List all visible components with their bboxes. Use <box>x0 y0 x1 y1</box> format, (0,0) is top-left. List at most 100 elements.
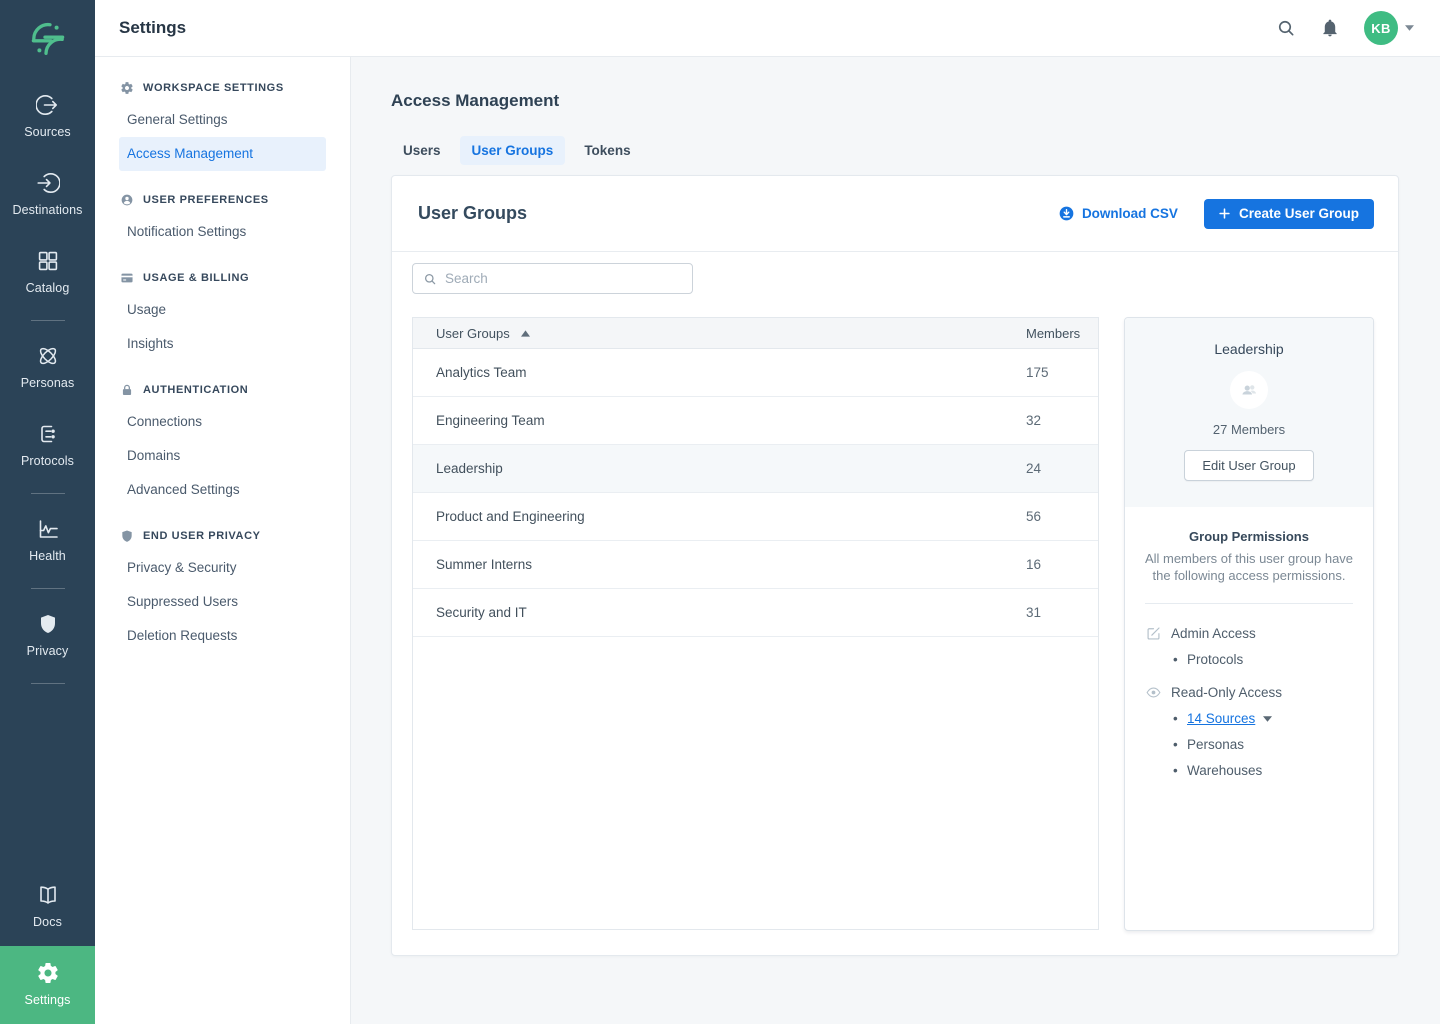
create-user-group-button[interactable]: Create User Group <box>1204 199 1374 229</box>
protocols-icon <box>36 422 60 446</box>
sidebar-item-label: Docs <box>33 915 62 929</box>
edit-user-group-button[interactable]: Edit User Group <box>1184 450 1313 481</box>
nav-item-usage[interactable]: Usage <box>119 293 326 327</box>
nav-section-workspace-settings: WORKSPACE SETTINGS General Settings Acce… <box>95 80 350 171</box>
members-cell: 56 <box>1026 509 1098 524</box>
sidebar-item-destinations[interactable]: Destinations <box>0 156 95 234</box>
group-name: Leadership <box>1141 341 1357 357</box>
nav-item-general-settings[interactable]: General Settings <box>119 103 326 137</box>
nav-section-header: WORKSPACE SETTINGS <box>95 80 350 95</box>
group-permissions: Group Permissions All members of this us… <box>1125 507 1373 930</box>
sidebar-item-settings[interactable]: Settings <box>0 946 95 1024</box>
column-header-members[interactable]: Members <box>1026 326 1098 341</box>
people-icon <box>1239 380 1259 400</box>
segment-logo-icon <box>28 19 68 59</box>
nav-item-notification-settings[interactable]: Notification Settings <box>119 215 326 249</box>
table-row[interactable]: Product and Engineering 56 <box>413 493 1098 541</box>
table-row-selected[interactable]: Leadership 24 <box>413 445 1098 493</box>
nav-item-domains[interactable]: Domains <box>119 439 326 473</box>
permission-item: Personas <box>1187 736 1352 753</box>
sidebar-item-label: Personas <box>21 376 75 390</box>
nav-item-privacy-security[interactable]: Privacy & Security <box>119 551 326 585</box>
sidebar-divider <box>31 493 65 494</box>
chevron-down-icon[interactable] <box>1263 716 1272 722</box>
sidebar-item-label: Health <box>29 549 66 563</box>
nav-item-connections[interactable]: Connections <box>119 405 326 439</box>
download-csv-link[interactable]: Download CSV <box>1059 206 1178 221</box>
column-header-user-groups[interactable]: User Groups <box>413 326 1026 341</box>
tab-users[interactable]: Users <box>391 136 453 165</box>
search-input[interactable] <box>445 271 682 286</box>
sidebar-item-protocols[interactable]: Protocols <box>0 407 95 485</box>
body-row: WORKSPACE SETTINGS General Settings Acce… <box>95 57 1440 1024</box>
card-header: User Groups Download <box>392 176 1398 252</box>
nav-section-title: USER PREFERENCES <box>143 194 269 206</box>
tab-user-groups[interactable]: User Groups <box>460 136 566 165</box>
nav-section-user-preferences: USER PREFERENCES Notification Settings <box>95 192 350 249</box>
user-icon <box>120 193 134 207</box>
app-root: Sources Destinations Catalog <box>0 0 1440 1024</box>
user-menu[interactable]: KB <box>1364 11 1414 45</box>
table-row[interactable]: Security and IT 31 <box>413 589 1098 637</box>
group-avatar <box>1230 371 1268 409</box>
gear-icon <box>120 81 134 95</box>
content-row: User Groups Members Analytics Team <box>412 317 1374 930</box>
admin-access-label: Admin Access <box>1171 626 1256 641</box>
nav-item-advanced-settings[interactable]: Advanced Settings <box>119 473 326 507</box>
nav-section-title: END USER PRIVACY <box>143 530 261 542</box>
sidebar-item-docs[interactable]: Docs <box>0 868 95 946</box>
shield-icon <box>120 529 134 543</box>
table-row[interactable]: Analytics Team 175 <box>413 349 1098 397</box>
search-icon[interactable] <box>1276 18 1296 38</box>
header-title: Settings <box>119 18 186 38</box>
page-title: Access Management <box>391 91 1399 111</box>
nav-item-access-management[interactable]: Access Management <box>119 137 326 171</box>
segment-logo[interactable] <box>0 0 95 78</box>
nav-item-insights[interactable]: Insights <box>119 327 326 361</box>
avatar: KB <box>1364 11 1398 45</box>
nav-section-header: USER PREFERENCES <box>95 192 350 207</box>
health-icon <box>36 517 60 541</box>
user-groups-card: User Groups Download <box>391 175 1399 956</box>
notifications-bell-icon[interactable] <box>1320 18 1340 38</box>
group-name-cell: Product and Engineering <box>413 509 1026 524</box>
catalog-icon <box>36 249 60 273</box>
sidebar-item-label: Protocols <box>21 454 74 468</box>
table-row[interactable]: Engineering Team 32 <box>413 397 1098 445</box>
nav-item-deletion-requests[interactable]: Deletion Requests <box>119 619 326 653</box>
sources-link[interactable]: 14 Sources <box>1187 710 1255 727</box>
permission-item: Protocols <box>1187 651 1352 668</box>
sidebar-item-privacy[interactable]: Privacy <box>0 597 95 675</box>
header-actions: KB <box>1276 11 1414 45</box>
nav-section-header: END USER PRIVACY <box>95 528 350 543</box>
table-header-row: User Groups Members <box>413 318 1098 349</box>
nav-section-header: USAGE & BILLING <box>95 270 350 285</box>
sidebar-item-health[interactable]: Health <box>0 502 95 580</box>
permissions-title: Group Permissions <box>1139 529 1359 544</box>
card-title: User Groups <box>418 203 527 224</box>
docs-icon <box>36 883 60 907</box>
sidebar-divider <box>31 588 65 589</box>
search-icon <box>423 272 437 286</box>
plus-icon <box>1219 208 1230 219</box>
sidebar-divider <box>31 683 65 684</box>
group-summary: Leadership <box>1125 318 1373 507</box>
permission-item-sources: 14 Sources <box>1187 710 1352 727</box>
members-cell: 16 <box>1026 557 1098 572</box>
app-sidebar: Sources Destinations Catalog <box>0 0 95 1024</box>
sidebar-item-catalog[interactable]: Catalog <box>0 234 95 312</box>
admin-access-group: Admin Access Protocols <box>1139 626 1359 668</box>
card-body: User Groups Members Analytics Team <box>392 252 1398 955</box>
members-cell: 31 <box>1026 605 1098 620</box>
sidebar-item-personas[interactable]: Personas <box>0 329 95 407</box>
table-row[interactable]: Summer Interns 16 <box>413 541 1098 589</box>
nav-item-suppressed-users[interactable]: Suppressed Users <box>119 585 326 619</box>
tab-tokens[interactable]: Tokens <box>572 136 642 165</box>
tab-bar: Users User Groups Tokens <box>391 136 1399 165</box>
sidebar-item-sources[interactable]: Sources <box>0 78 95 156</box>
group-name-cell: Analytics Team <box>413 365 1026 380</box>
credit-card-icon <box>120 271 134 285</box>
nav-section-usage-billing: USAGE & BILLING Usage Insights <box>95 270 350 361</box>
members-cell: 32 <box>1026 413 1098 428</box>
right-column: Settings KB <box>95 0 1440 1024</box>
